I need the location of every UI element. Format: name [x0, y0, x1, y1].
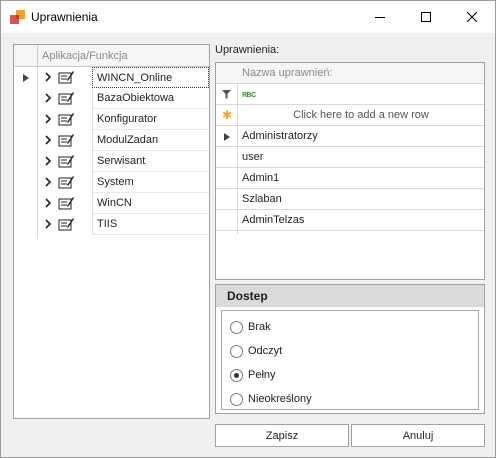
new-row-indicator: ✱: [216, 105, 238, 126]
radio-circle[interactable]: [230, 393, 243, 406]
tree-item-label: WinCN: [92, 193, 209, 214]
row-indicator: [216, 189, 238, 210]
tree-item[interactable]: WinCN: [38, 193, 209, 214]
radio-label: Nieokreślony: [248, 393, 312, 405]
tree-item[interactable]: WINCN_Online: [38, 67, 209, 88]
tree-column-header: Aplikacja/Funkcja: [42, 50, 128, 62]
app-icon: [10, 10, 25, 24]
title-bar: Uprawnienia: [1, 1, 495, 33]
tree-item[interactable]: Serwisant: [38, 151, 209, 172]
close-icon: [467, 12, 477, 22]
radio-label: Pełny: [248, 369, 276, 381]
permissions-caption: Uprawnienia:: [215, 44, 280, 56]
radio-pelny[interactable]: Pełny: [230, 368, 350, 384]
table-row[interactable]: AdminTelzas: [238, 210, 484, 231]
tree-indicator-header: [14, 45, 38, 66]
tree-item[interactable]: ModulZadan: [38, 130, 209, 151]
row-indicator: [216, 210, 238, 231]
radio-nieokreslony[interactable]: Nieokreślony: [230, 392, 350, 408]
radio-label: Odczyt: [248, 345, 283, 357]
row-indicator: [216, 168, 238, 189]
edit-document-icon: [58, 134, 74, 147]
radio-odczyt[interactable]: Odczyt: [230, 344, 350, 360]
tree-item-label: System: [92, 172, 209, 193]
add-new-row[interactable]: Click here to add a new row: [238, 105, 484, 126]
tree-item[interactable]: Konfigurator: [38, 109, 209, 130]
table-row[interactable]: Admin1: [238, 168, 484, 189]
access-group: Dostep Brak Odczyt Pełny Nieokreślony: [215, 284, 485, 414]
tree-header: Aplikacja/Funkcja: [14, 45, 209, 67]
radio-selected-dot: [234, 373, 239, 378]
table-row[interactable]: user: [238, 147, 484, 168]
filter-row-indicator: [216, 84, 238, 105]
edit-document-icon: [58, 113, 74, 126]
chevron-right-icon[interactable]: [43, 218, 53, 230]
grid-column-header[interactable]: Nazwa uprawnień:: [238, 63, 484, 84]
edit-document-icon: [58, 155, 74, 168]
tree-item-label: BazaObiektowa: [92, 88, 209, 109]
chevron-right-icon[interactable]: [43, 92, 53, 104]
access-group-title: Dostep: [227, 289, 268, 303]
save-button[interactable]: Zapisz: [215, 424, 349, 447]
tree-item-label: TIIS: [92, 214, 209, 235]
tree-item[interactable]: BazaObiektowa: [38, 88, 209, 109]
chevron-right-icon[interactable]: [43, 155, 53, 167]
edit-document-icon: [58, 92, 74, 105]
access-group-header: Dostep: [216, 285, 484, 307]
radio-circle[interactable]: [230, 321, 243, 334]
edit-document-icon: [58, 176, 74, 189]
table-row[interactable]: Szlaban: [238, 189, 484, 210]
close-button[interactable]: [449, 1, 495, 33]
tree-item-label: ModulZadan: [92, 130, 209, 151]
current-row-arrow-icon: [224, 133, 230, 141]
minimize-icon: [375, 17, 385, 18]
radio-label: Brak: [248, 321, 271, 333]
edit-document-icon: [58, 218, 74, 231]
minimize-button[interactable]: [357, 1, 403, 33]
tree-item[interactable]: System: [38, 172, 209, 193]
chevron-right-icon[interactable]: [43, 197, 53, 209]
maximize-button[interactable]: [403, 1, 449, 33]
text-filter-icon: RBC: [242, 92, 256, 99]
filter-icon: [222, 90, 231, 99]
row-indicator: [216, 147, 238, 168]
permissions-window: Uprawnienia Aplikacja/Funkcja WINCN_Onli…: [0, 0, 496, 458]
chevron-right-icon[interactable]: [43, 134, 53, 146]
access-options: Brak Odczyt Pełny Nieokreślony: [221, 310, 479, 410]
tree-item-label: WINCN_Online: [92, 67, 209, 88]
edit-document-icon: [58, 71, 74, 84]
filter-row-cell[interactable]: RBC: [238, 84, 484, 105]
new-row-star-icon: ✱: [222, 108, 233, 122]
application-tree[interactable]: Aplikacja/Funkcja WINCN_Online BazaObiek…: [13, 44, 210, 419]
maximize-icon: [421, 12, 431, 22]
tree-item[interactable]: TIIS: [38, 214, 209, 235]
tree-indicator-column: [14, 67, 38, 239]
cancel-button[interactable]: Anuluj: [351, 424, 485, 447]
window-title: Uprawnienia: [31, 10, 98, 24]
edit-document-icon: [58, 197, 74, 210]
row-indicator: [216, 126, 238, 147]
current-row-arrow-icon: [23, 74, 29, 82]
chevron-right-icon[interactable]: [43, 71, 53, 83]
radio-circle-selected[interactable]: [230, 369, 243, 382]
grid-corner: [216, 63, 238, 84]
radio-brak[interactable]: Brak: [230, 320, 350, 336]
permissions-grid[interactable]: Nazwa uprawnień: RBC ✱ Click here to add…: [215, 62, 485, 280]
chevron-right-icon[interactable]: [43, 176, 53, 188]
tree-item-label: Serwisant: [92, 151, 209, 172]
radio-circle[interactable]: [230, 345, 243, 358]
tree-item-label: Konfigurator: [92, 109, 209, 130]
chevron-right-icon[interactable]: [43, 113, 53, 125]
table-row[interactable]: Administratorzy: [238, 126, 484, 147]
